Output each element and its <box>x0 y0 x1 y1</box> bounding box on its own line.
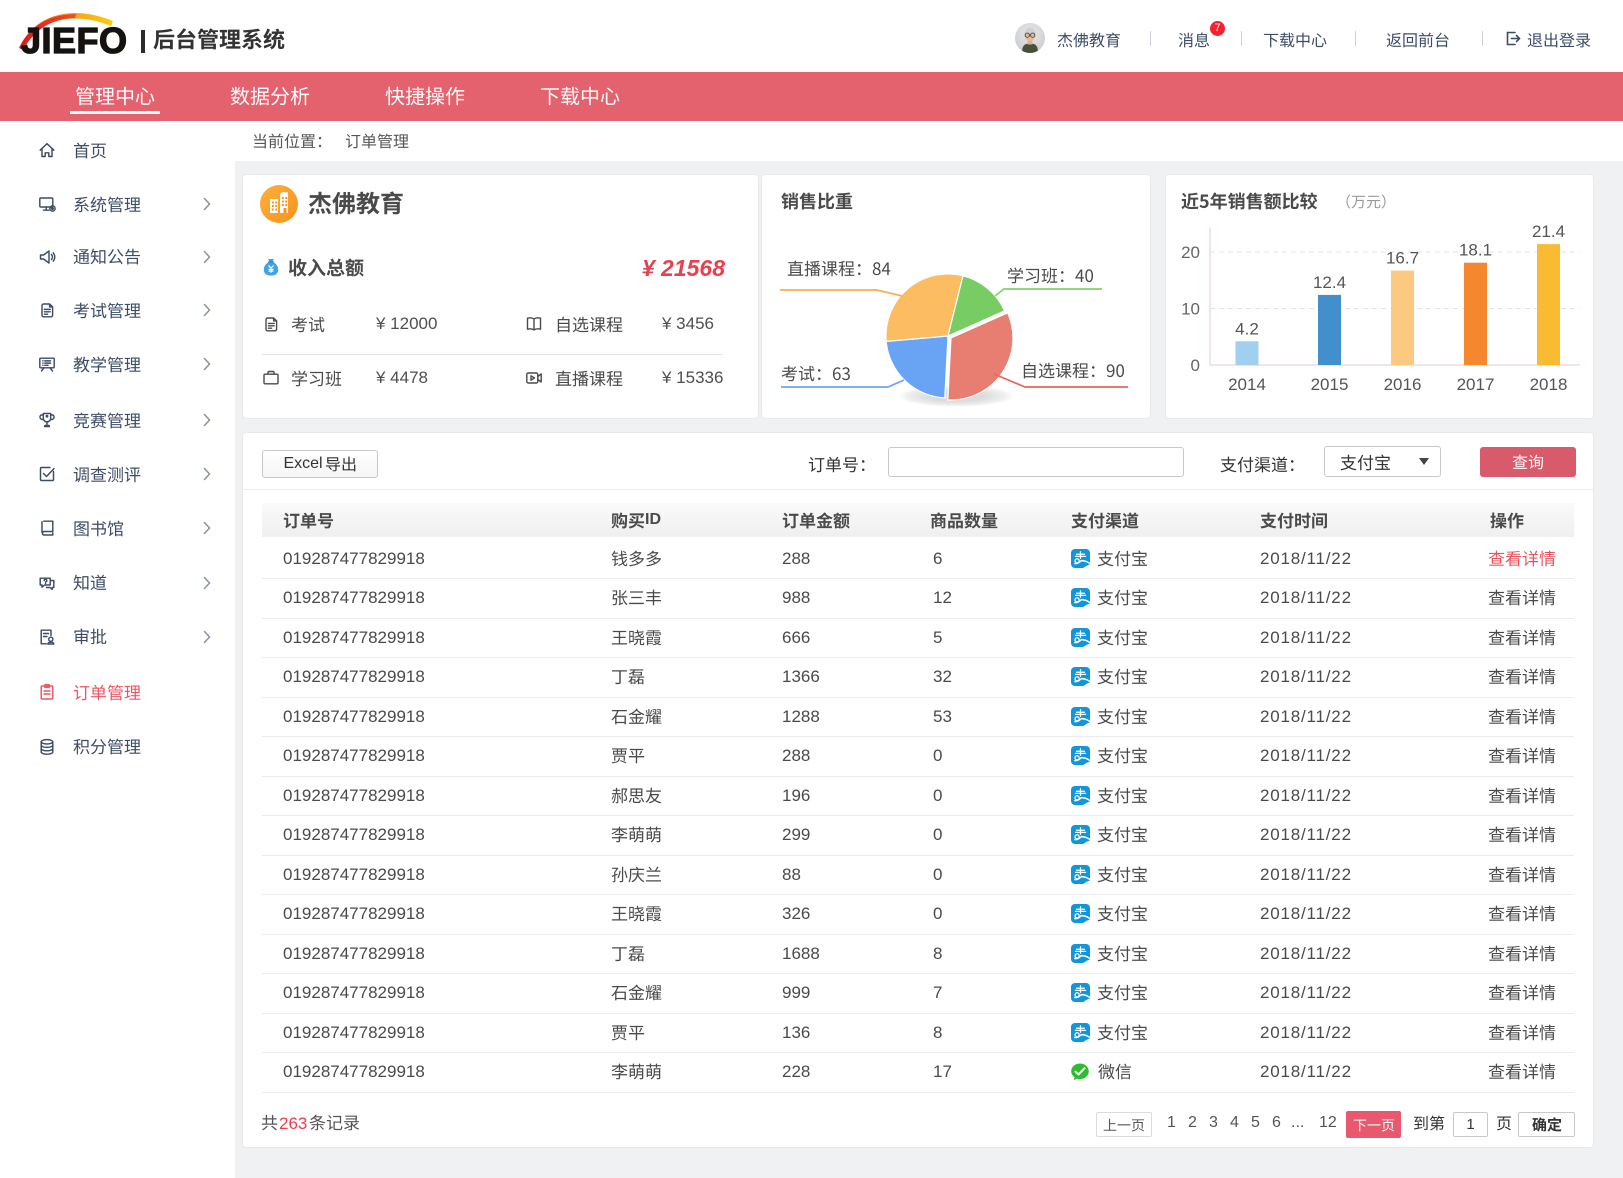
svg-text:16.7: 16.7 <box>1386 249 1419 268</box>
svg-text:2014: 2014 <box>1228 375 1266 394</box>
svg-text:12.4: 12.4 <box>1313 273 1346 292</box>
svg-text:2015: 2015 <box>1311 375 1349 394</box>
svg-text:10: 10 <box>1181 300 1200 319</box>
svg-text:21.4: 21.4 <box>1532 222 1565 241</box>
svg-text:2018: 2018 <box>1530 375 1568 394</box>
svg-text:4.2: 4.2 <box>1235 319 1259 338</box>
svg-text:20: 20 <box>1181 243 1200 262</box>
svg-text:2016: 2016 <box>1384 375 1422 394</box>
svg-text:0: 0 <box>1191 356 1200 375</box>
svg-text:2017: 2017 <box>1457 375 1495 394</box>
svg-text:18.1: 18.1 <box>1459 241 1492 260</box>
